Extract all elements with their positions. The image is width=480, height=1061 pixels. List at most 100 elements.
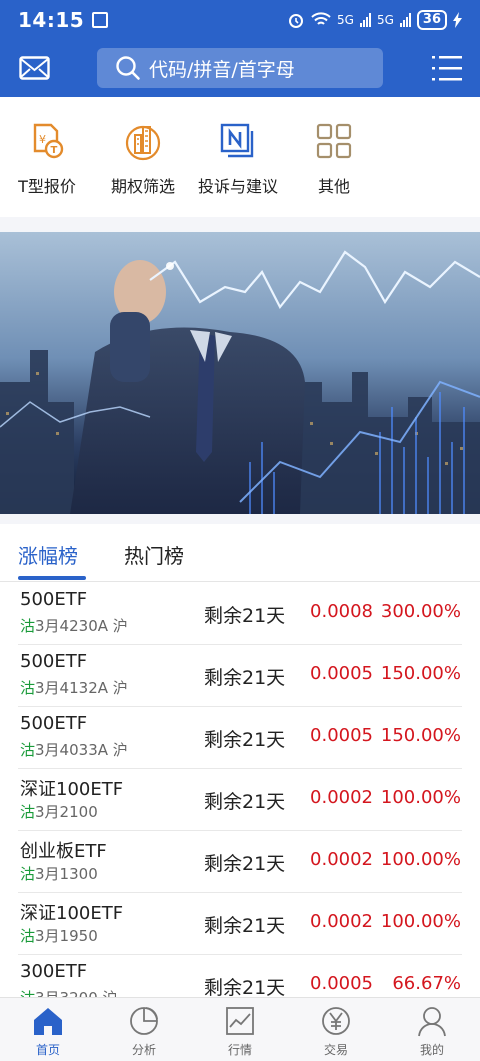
quick-label: 期权筛选	[110, 177, 175, 196]
underlying-name: 创业板ETF	[20, 841, 107, 862]
change-percent: 150.00%	[380, 725, 461, 746]
change-percent: 100.00%	[380, 911, 461, 932]
underlying-name: 300ETF	[20, 961, 88, 982]
nav-home[interactable]: 首页	[0, 1004, 96, 1058]
change-percent: 150.00%	[380, 663, 461, 684]
exchange-label: 沪	[112, 679, 128, 697]
t-quote-icon: ¥ T	[33, 123, 64, 159]
nav-analysis[interactable]: 分析	[96, 1004, 192, 1058]
svg-text:T: T	[51, 145, 58, 156]
mail-icon[interactable]	[19, 56, 50, 80]
signal-icon	[399, 13, 411, 27]
app-header: 代码/拼音/首字母	[0, 40, 480, 97]
network-type-2: 5G	[376, 13, 394, 27]
contract-code: 3月1300	[35, 865, 98, 883]
status-bar: 14:15 5G 5G 36	[0, 0, 480, 40]
contract-code: 3月4132A	[35, 679, 108, 697]
contract-code: 3月4230A	[35, 617, 108, 635]
grid-icon	[316, 123, 352, 159]
quick-label: 投诉与建议	[197, 177, 278, 196]
ranking-panel: 涨幅榜 热门榜 500ETF 沽3月4230A 沪 剩余21天 0.0008 3…	[0, 524, 480, 997]
banner-image	[0, 232, 480, 514]
nav-label: 我的	[419, 1043, 444, 1057]
search-placeholder: 代码/拼音/首字母	[149, 58, 295, 81]
change-percent: 300.00%	[380, 601, 461, 622]
quick-label: 其他	[317, 177, 350, 196]
quick-menu: ¥ T T型报价 期权筛选 投诉与建议 其他	[0, 97, 480, 217]
days-remaining: 剩余21天	[204, 667, 286, 689]
nav-label: 分析	[131, 1043, 156, 1057]
ranking-tabs: 涨幅榜 热门榜	[0, 524, 480, 582]
table-row[interactable]: 300ETF 沽3月3200 沪 剩余21天 0.0005 66.67%	[18, 955, 462, 997]
put-tag: 沽	[20, 927, 36, 945]
contract-code: 3月2100	[35, 803, 98, 821]
table-row[interactable]: 500ETF 沽3月4132A 沪 剩余21天 0.0005 150.00%	[18, 645, 462, 707]
menu-icon[interactable]	[432, 54, 462, 82]
days-remaining: 剩余21天	[204, 729, 286, 751]
complaint-icon	[220, 123, 254, 158]
underlying-name: 500ETF	[20, 713, 88, 734]
contract-info: 沽3月2100	[20, 801, 98, 822]
search-icon	[116, 56, 140, 80]
table-row[interactable]: 创业板ETF 沽3月1300 剩余21天 0.0002 100.00%	[18, 831, 462, 893]
put-tag: 沽	[20, 865, 36, 883]
days-remaining: 剩余21天	[204, 977, 286, 997]
exchange-label: 沪	[103, 989, 118, 997]
search-input[interactable]: 代码/拼音/首字母	[97, 48, 383, 88]
pie-chart-icon	[130, 1007, 158, 1035]
exchange-label: 沪	[112, 741, 128, 759]
contract-code: 3月1950	[35, 927, 98, 945]
table-row[interactable]: 500ETF 沽3月4230A 沪 剩余21天 0.0008 300.00%	[18, 583, 462, 645]
put-tag: 沽	[20, 617, 36, 635]
quick-item-option-filter[interactable]: 期权筛选	[98, 121, 188, 197]
underlying-name: 深证100ETF	[20, 779, 124, 800]
change-percent: 100.00%	[380, 849, 461, 870]
change-percent: 100.00%	[380, 787, 461, 808]
quick-item-complaint[interactable]: 投诉与建议	[193, 121, 283, 197]
change-percent: 66.67%	[392, 973, 461, 994]
active-tab-indicator	[18, 576, 86, 580]
network-type-1: 5G	[337, 13, 354, 27]
contract-info: 沽3月4132A 沪	[20, 677, 128, 698]
bottom-nav: 首页 分析 行情 交易 我的	[0, 997, 480, 1061]
underlying-name: 500ETF	[20, 589, 88, 610]
nav-market[interactable]: 行情	[192, 1004, 288, 1058]
contract-info: 沽3月1950	[20, 925, 98, 946]
contract-info: 沽3月3200 沪	[20, 987, 118, 997]
home-icon	[34, 1008, 62, 1035]
user-icon	[418, 1007, 446, 1037]
quick-label: T型报价	[18, 177, 76, 196]
days-remaining: 剩余21天	[204, 915, 286, 937]
underlying-name: 500ETF	[20, 651, 88, 672]
days-remaining: 剩余21天	[204, 853, 286, 875]
signal-icon	[359, 13, 371, 27]
contract-info: 沽3月4230A 沪	[20, 615, 128, 636]
tab-gainers[interactable]: 涨幅榜	[18, 540, 78, 569]
days-remaining: 剩余21天	[204, 605, 286, 627]
put-tag: 沽	[20, 803, 36, 821]
contract-code: 3月4033A	[35, 741, 108, 759]
line-chart-icon	[226, 1007, 254, 1035]
nav-trade[interactable]: 交易	[288, 1004, 384, 1058]
quick-item-other[interactable]: 其他	[289, 121, 379, 197]
put-tag: 沽	[20, 741, 36, 759]
table-row[interactable]: 深证100ETF 沽3月1950 剩余21天 0.0002 100.00%	[18, 893, 462, 955]
svg-text:¥: ¥	[39, 133, 46, 146]
battery-level: 36	[416, 10, 447, 30]
contract-code: 3月3200	[35, 989, 98, 997]
contract-info: 沽3月1300	[20, 863, 98, 884]
contract-info: 沽3月4033A 沪	[20, 739, 128, 760]
nav-mine[interactable]: 我的	[384, 1004, 480, 1058]
exchange-label: 沪	[112, 617, 128, 635]
charging-icon	[453, 12, 462, 28]
wifi-icon	[311, 12, 331, 25]
tab-hot[interactable]: 热门榜	[124, 540, 184, 569]
quick-item-t-quote[interactable]: ¥ T T型报价	[2, 121, 92, 197]
option-filter-icon	[125, 125, 161, 161]
promo-banner[interactable]	[0, 232, 480, 514]
yen-icon	[322, 1007, 350, 1035]
table-row[interactable]: 深证100ETF 沽3月2100 剩余21天 0.0002 100.00%	[18, 769, 462, 831]
status-indicators: 5G 5G 36	[287, 10, 462, 30]
image-notification-icon	[92, 12, 109, 28]
table-row[interactable]: 500ETF 沽3月4033A 沪 剩余21天 0.0005 150.00%	[18, 707, 462, 769]
